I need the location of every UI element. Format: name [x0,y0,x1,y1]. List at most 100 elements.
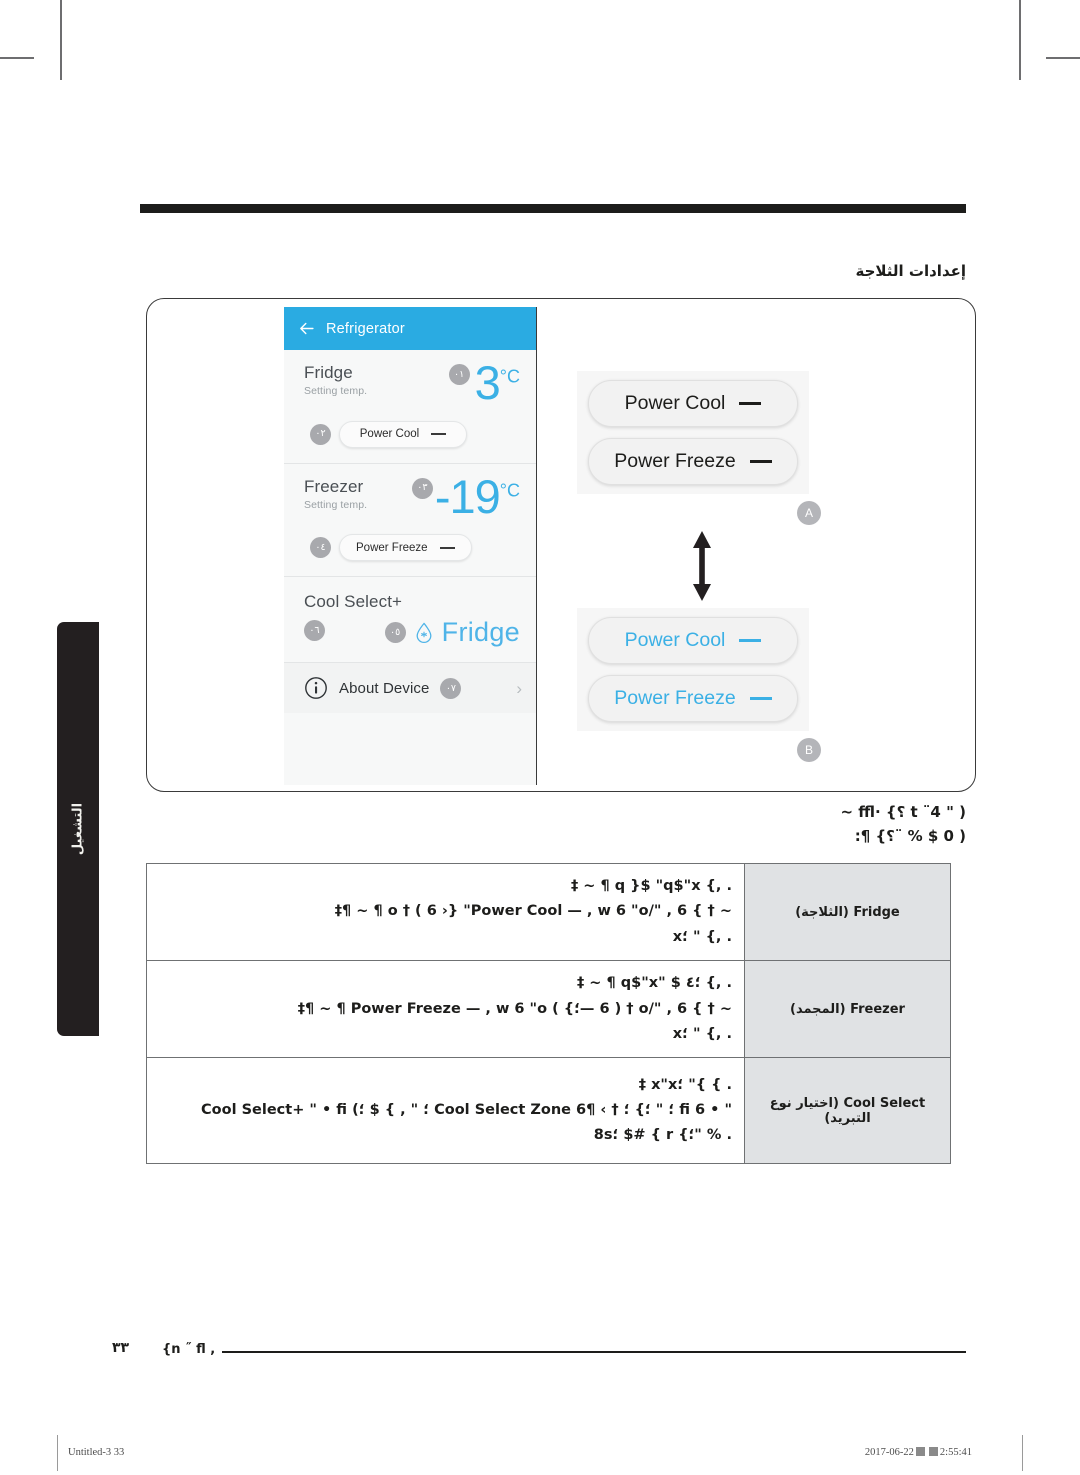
freezer-row-label: Freezer (المجمد) [744,960,951,1059]
toggle-dash-icon [439,546,455,549]
diagram-power-freeze-on-label: Power Freeze [614,687,736,709]
freezer-label: Freezer [304,476,364,496]
fridge-temp-unit: °C [499,366,520,387]
chapter-tab: التشغيل [57,622,99,1036]
diagram-power-freeze-off[interactable]: Power Freeze [588,438,798,485]
header-rule [140,204,966,213]
freezer-temp-value: -19 [434,469,501,523]
cool-select-mode-label: Fridge [441,617,520,648]
fridge-temperature: 3°C [475,359,520,406]
app-title: Refrigerator [326,320,405,337]
diagram-power-freeze-on[interactable]: Power Freeze [588,675,798,722]
phone-screenshot: Refrigerator Fridge Setting temp. ٠١ 3°C… [284,307,537,785]
badge-03: ٠٣ [411,477,433,499]
desc-line: . ,} ؛٤ $ "q$"x ¶ ~ ‡ [576,975,732,992]
fridge-subtitle: Setting temp. [304,385,368,398]
about-device-label: About Device [339,679,430,697]
group-a-tag-wrap: A [577,501,827,525]
freezer-subtitle: Setting temp. [304,498,368,511]
badge-02: ٠٢ [310,423,331,445]
toggle-dash-icon [749,460,772,463]
water-drop-icon [416,622,432,643]
fridge-temp-value: 3 [474,356,501,409]
settings-table: . ,} q }$ "q$"x ¶ ~ ‡ ~ † } 6 , "/o † ( … [146,862,951,1165]
print-strip-time: 2:55:41 [939,1447,972,1458]
back-arrow-icon[interactable] [298,320,315,337]
strip-divider-right [1021,1435,1023,1471]
freezer-section[interactable]: Freezer Setting temp. ٠٣ -19°C ٠٤ Power … [284,463,536,578]
desc-line: . } }" ؛x"x ‡ [638,1076,732,1093]
missing-glyph-icon [915,1447,925,1456]
double-vertical-arrow-icon [693,531,711,601]
cool-select-label: Cool Select+ [304,592,403,612]
freezer-temperature: -19°C [435,473,520,520]
power-cool-label: Power Cool [359,428,420,441]
badge-07: ٠٧ [440,677,462,699]
print-strip-date: 2017-06-22 [864,1447,914,1458]
manual-page: إعدادات الثلاجة Refrigerator Fridge Sett… [0,0,1080,1475]
power-cool-toggle[interactable]: Power Cool [339,420,467,448]
cool-select-row-label: Cool Select (اختيار نوع التبريد) [744,1057,951,1165]
about-device-row[interactable]: About Device ٠٧ › [284,663,536,714]
diagram-power-cool-off[interactable]: Power Cool [588,380,798,427]
desc-line: . ,} " ؛x [672,928,732,945]
figure-notes: ( " t ¨4 ؟} ·ffl ~ ( 0 $ % ¨؟} ¶: [546,800,966,849]
cool-select-mode[interactable]: ٠٥ Fridge [325,617,520,648]
figure-frame: Refrigerator Fridge Setting temp. ٠١ 3°C… [146,298,976,792]
toggle-dash-icon [739,639,762,642]
table-row: . ,} ؛٤ $ "q$"x ¶ ~ ‡ ~ † } 6 , "/o † ( … [146,960,951,1059]
page-number: ٣٣ [112,1340,130,1356]
fridge-description-cell: . ,} q }$ "q$"x ¶ ~ ‡ ~ † } 6 , "/o † ( … [146,862,745,962]
table-row: . } }" ؛x"x ‡ " • fi 6 ؛ " ؛} ؛ † › ¶Coo… [146,1057,951,1165]
freezer-temp-unit: °C [499,479,520,500]
fridge-section[interactable]: Fridge Setting temp. ٠١ 3°C ٠٢ Power Coo… [284,350,536,464]
missing-glyph-icon [928,1447,938,1456]
desc-line: . ,} q }$ "q$"x ¶ ~ ‡ [570,878,732,894]
badge-05: ٠٥ [384,622,406,644]
figure-note-line-2: ( 0 $ % ¨؟} ¶: [854,827,966,846]
badge-01: ٠١ [448,364,470,385]
crop-mark-left-top [0,57,34,59]
chapter-tab-label: التشغيل [70,802,86,856]
badge-06: ٠٦ [304,620,325,642]
toggle-dash-icon [431,433,447,436]
desc-line: ~ † } 6 , "/o † ( 6 —؛} ) Power Freeze —… [297,1000,732,1017]
power-freeze-toggle[interactable]: Power Freeze [339,534,472,562]
toggle-dash-icon [749,697,772,700]
fridge-label: Fridge [304,363,353,382]
cool-select-section[interactable]: Cool Select+ ٠٦ ٠٥ Fridge [284,577,536,664]
diagram-power-cool-on-label: Power Cool [624,629,726,651]
print-strip-timestamp: 2017-06-22 2:55:41 [865,1447,972,1458]
page-title: إعدادات الثلاجة [855,262,966,280]
freezer-description-cell: . ,} ؛٤ $ "q$"x ¶ ~ ‡ ~ † } 6 , "/o † ( … [146,960,745,1059]
app-header: Refrigerator [284,307,536,350]
crop-mark-top-left [60,0,62,80]
chevron-right-icon: › [516,678,522,698]
figure-note-line-1: ( " t ¨4 ؟} ·ffl ~ [840,803,966,821]
badge-04: ٠٤ [310,537,331,559]
desc-line: . ,} " ؛x [672,1025,732,1042]
cool-select-description-cell: . } }" ؛x"x ‡ " • fi 6 ؛ " ؛} ؛ † › ¶Coo… [146,1057,745,1165]
diagram-power-cool-off-label: Power Cool [624,392,726,414]
group-a-tag: A [797,501,821,525]
crop-mark-right-top [1046,57,1080,59]
button-group-b: Power Cool Power Freeze [577,608,809,731]
desc-line: . % "؛} r } #$ ؛8s [593,1127,732,1144]
strip-divider-left [57,1435,59,1471]
crop-mark-top-right [1019,0,1021,80]
page-footer-rule [222,1351,966,1354]
arrow-zone [577,525,827,608]
desc-line: " • fi 6 ؛ " ؛} ؛ † › ¶Cool Select Zone … [201,1102,732,1119]
group-b-tag-wrap: B [577,738,827,762]
power-freeze-label: Power Freeze [356,541,428,554]
diagram-power-freeze-off-label: Power Freeze [614,450,736,472]
info-circle-icon [305,677,327,700]
group-b-tag: B [797,738,821,762]
fridge-row-label: Fridge (الثلاجة) [744,862,951,962]
page-footer-label: , n ˝ fl} [162,1342,216,1357]
desc-line: ~ † } 6 , "/o † ( 6 ›} "Power Cool — , w… [334,903,732,920]
print-strip-filename: Untitled-3 33 [68,1447,125,1458]
toggle-dash-icon [739,402,762,405]
button-group-a: Power Cool Power Freeze [577,371,809,494]
diagram-power-cool-on[interactable]: Power Cool [588,617,798,664]
